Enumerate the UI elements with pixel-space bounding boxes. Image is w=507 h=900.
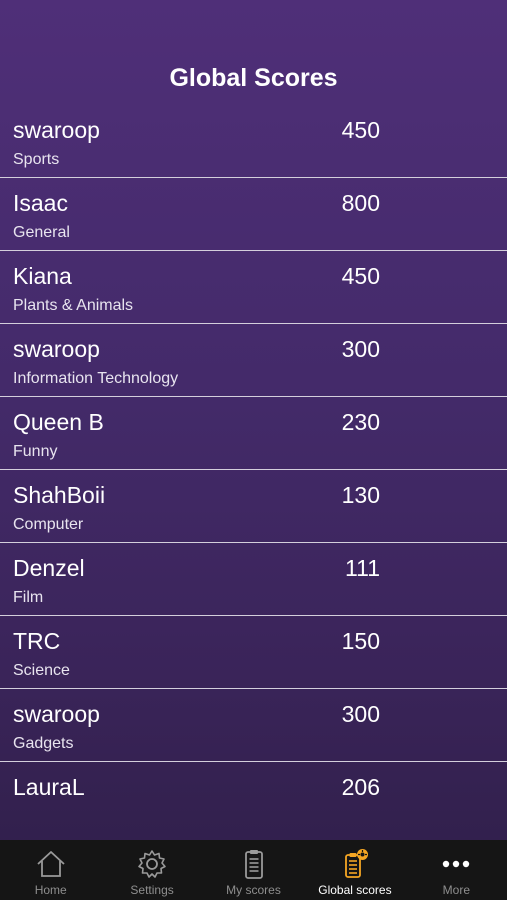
score-value: 300 [341, 701, 380, 727]
list-item[interactable]: Denzel Film 111 [0, 543, 507, 616]
gear-icon [135, 848, 169, 880]
list-item[interactable]: swaroop Gadgets 300 [0, 689, 507, 762]
tab-global-scores[interactable]: Global scores [304, 840, 405, 900]
category-label: Computer [13, 516, 84, 533]
list-item[interactable]: swaroop Sports 450 [0, 105, 507, 178]
tab-settings[interactable]: Settings [101, 840, 202, 900]
player-name: swaroop [13, 117, 100, 143]
tab-label: More [442, 883, 470, 897]
category-label: Sports [13, 151, 60, 168]
score-list[interactable]: swaroop Sports 450 Isaac General 800 Kia… [0, 105, 507, 815]
clipboard-icon [237, 848, 271, 880]
category-label: Gadgets [13, 735, 74, 752]
tab-label: Home [34, 883, 67, 897]
page-title: Global Scores [169, 64, 338, 92]
category-label: Information Technology [13, 370, 179, 387]
score-value: 300 [341, 336, 380, 362]
category-label: Funny [13, 443, 58, 460]
list-item[interactable]: Isaac General 800 [0, 178, 507, 251]
score-value: 800 [341, 190, 380, 216]
tab-home[interactable]: Home [0, 840, 101, 900]
tab-bar: Home Settings My scores Global scores Mo… [0, 840, 507, 900]
player-name: ShahBoii [13, 482, 106, 508]
player-name: LauraL [13, 774, 85, 800]
player-name: swaroop [13, 701, 100, 727]
list-item[interactable]: LauraL 206 [0, 762, 507, 815]
score-value: 230 [341, 409, 380, 435]
more-icon [439, 848, 473, 880]
tab-label: Global scores [318, 883, 392, 897]
player-name: TRC [13, 628, 61, 654]
score-value: 111 [345, 555, 380, 581]
player-name: Queen B [13, 409, 104, 435]
player-name: Denzel [13, 555, 85, 581]
score-value: 150 [341, 628, 380, 654]
home-icon [34, 848, 68, 880]
player-name: Kiana [13, 263, 72, 289]
list-item[interactable]: Queen B Funny 230 [0, 397, 507, 470]
list-item[interactable]: ShahBoii Computer 130 [0, 470, 507, 543]
tab-more[interactable]: More [406, 840, 507, 900]
category-label: Film [13, 589, 44, 606]
tab-my-scores[interactable]: My scores [203, 840, 304, 900]
list-item[interactable]: TRC Science 150 [0, 616, 507, 689]
category-label: General [13, 224, 70, 241]
list-item[interactable]: swaroop Information Technology 300 [0, 324, 507, 397]
category-label: Science [13, 662, 70, 679]
player-name: Isaac [13, 190, 68, 216]
clipboard-badge-icon [338, 848, 372, 880]
score-value: 206 [341, 774, 380, 800]
category-label: Plants & Animals [13, 297, 134, 314]
player-name: swaroop [13, 336, 100, 362]
score-value: 450 [341, 263, 380, 289]
tab-label: Settings [130, 883, 174, 897]
header: Global Scores [0, 0, 507, 105]
score-value: 450 [341, 117, 380, 143]
tab-label: My scores [226, 883, 281, 897]
list-item[interactable]: Kiana Plants & Animals 450 [0, 251, 507, 324]
score-value: 130 [341, 482, 380, 508]
